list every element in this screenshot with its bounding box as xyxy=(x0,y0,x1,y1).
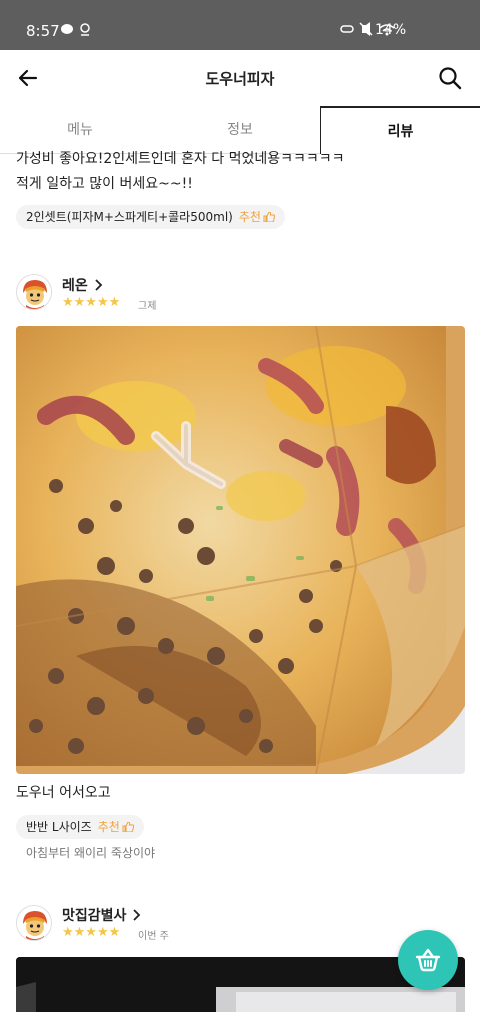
menu-chip-label: 2인셋트(피자M+스파게티+콜라500ml) xyxy=(26,210,233,224)
thumbs-up-icon xyxy=(263,212,275,222)
cart-button[interactable] xyxy=(398,930,458,990)
rating-stars: ★★★★★ xyxy=(62,925,121,940)
review-comment: 아침부터 왜이리 죽상이야 xyxy=(26,846,156,860)
menu-chip: 반반 L사이즈 추천 xyxy=(16,815,144,839)
app-header: 도우너피자 xyxy=(0,50,480,106)
review-author[interactable]: 맛집감별사 xyxy=(62,905,141,925)
menu-chip-label: 반반 L사이즈 xyxy=(26,820,92,834)
review-author[interactable]: 레온 xyxy=(62,275,103,295)
notification-icons xyxy=(60,22,94,40)
page-title: 도우너피자 xyxy=(205,70,275,88)
avatar[interactable] xyxy=(16,905,52,941)
chevron-right-icon xyxy=(133,909,141,921)
review-date: 그제 xyxy=(138,301,157,312)
review-photo[interactable] xyxy=(16,326,465,774)
cart-icon xyxy=(415,948,441,972)
review-text: 적게 일하고 많이 버세요~~!! xyxy=(16,176,193,192)
recommend-label: 추천 xyxy=(238,210,261,224)
search-icon[interactable] xyxy=(436,64,464,92)
review-text: 가성비 좋아요!2인세트인데 혼자 다 먹었네용ㅋㅋㅋㅋㅋ xyxy=(16,151,345,167)
review-text: 도우너 어서오고 xyxy=(16,785,111,801)
tab-info[interactable]: 정보 xyxy=(160,106,320,154)
avatar[interactable] xyxy=(16,274,52,310)
rating-stars: ★★★★★ xyxy=(62,295,121,310)
tab-bar: 메뉴 정보 리뷰 xyxy=(0,106,480,154)
review-date: 이번 주 xyxy=(138,931,169,942)
battery-level: 14% xyxy=(375,22,407,38)
thumbs-up-icon xyxy=(122,822,134,832)
recommend-label: 추천 xyxy=(97,820,120,834)
tab-reviews[interactable]: 리뷰 xyxy=(320,106,480,154)
menu-chip: 2인셋트(피자M+스파게티+콜라500ml) 추천 xyxy=(16,205,285,229)
author-name: 맛집감별사 xyxy=(62,908,127,924)
chevron-right-icon xyxy=(95,279,102,291)
status-bar: 8:57 14% xyxy=(0,0,480,50)
author-name: 레온 xyxy=(62,278,88,294)
status-time: 8:57 xyxy=(26,22,60,40)
tab-menu[interactable]: 메뉴 xyxy=(0,106,160,154)
